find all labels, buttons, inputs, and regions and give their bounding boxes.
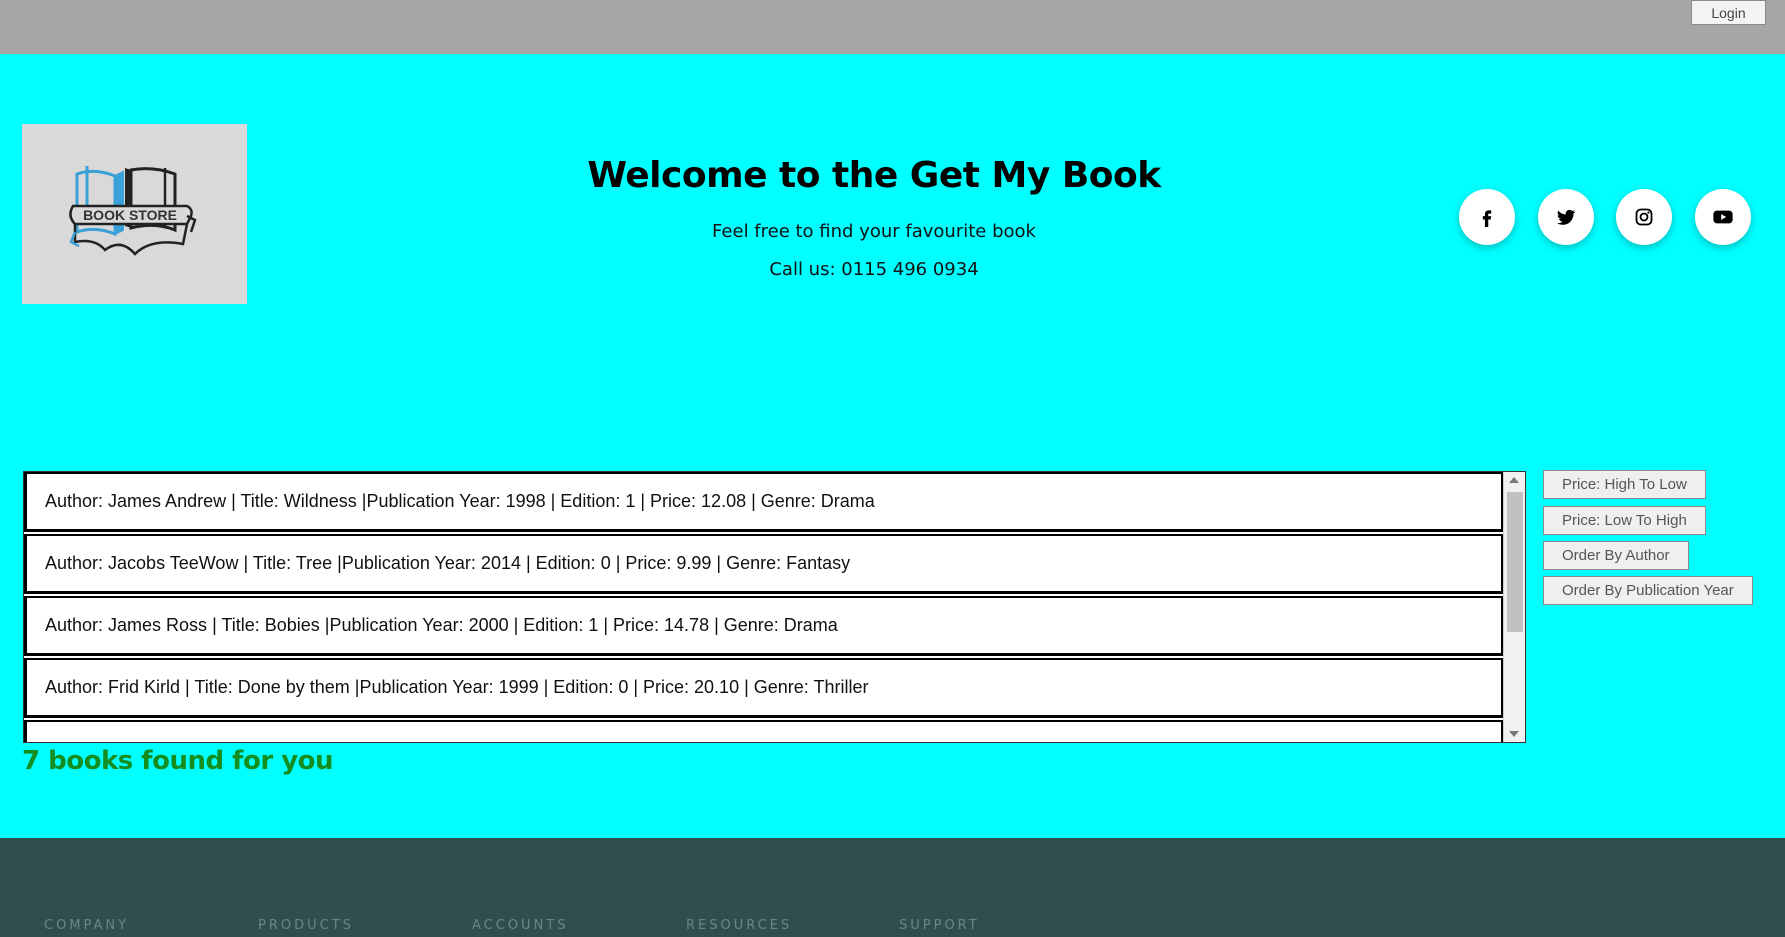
instagram-button[interactable] [1616, 189, 1672, 245]
sort-price-low-to-high-button[interactable]: Price: Low To High [1543, 506, 1706, 535]
facebook-icon [1482, 210, 1492, 227]
twitter-icon [1557, 209, 1576, 225]
scrollbar-thumb[interactable] [1507, 492, 1523, 632]
book-item[interactable]: Author: James Andrew | Title: Wildness |… [24, 472, 1504, 532]
footer-heading-resources: RESOURCES [686, 918, 793, 933]
book-item[interactable] [24, 720, 1504, 742]
facebook-button[interactable] [1459, 189, 1515, 245]
footer-heading-accounts: ACCOUNTS [472, 918, 569, 933]
scroll-down-arrow-icon[interactable] [1509, 731, 1519, 737]
instagram-icon [1635, 208, 1653, 226]
scroll-up-arrow-icon[interactable] [1509, 477, 1519, 483]
top-bar: Login [0, 0, 1785, 54]
sort-price-high-to-low-button[interactable]: Price: High To Low [1543, 470, 1706, 499]
book-item[interactable]: Author: Frid Kirld | Title: Done by them… [24, 658, 1504, 718]
youtube-button[interactable] [1695, 189, 1751, 245]
youtube-icon [1713, 210, 1733, 224]
login-button[interactable]: Login [1691, 0, 1766, 25]
book-list-scrollbar[interactable] [1503, 472, 1525, 742]
results-count: 7 books found for you [22, 746, 334, 776]
footer-heading-products: PRODUCTS [258, 918, 354, 933]
sort-by-publication-year-button[interactable]: Order By Publication Year [1543, 576, 1753, 605]
twitter-button[interactable] [1538, 189, 1594, 245]
book-item[interactable]: Author: James Ross | Title: Bobies |Publ… [24, 596, 1504, 656]
book-list[interactable]: Author: James Andrew | Title: Wildness |… [23, 471, 1526, 743]
footer-heading-support: SUPPORT [899, 918, 980, 933]
phone-number: Call us: 0115 496 0934 [769, 259, 979, 280]
footer-heading-company: COMPANY [44, 918, 130, 933]
sort-by-author-button[interactable]: Order By Author [1543, 541, 1689, 570]
book-item[interactable]: Author: Jacobs TeeWow | Title: Tree |Pub… [24, 534, 1504, 594]
